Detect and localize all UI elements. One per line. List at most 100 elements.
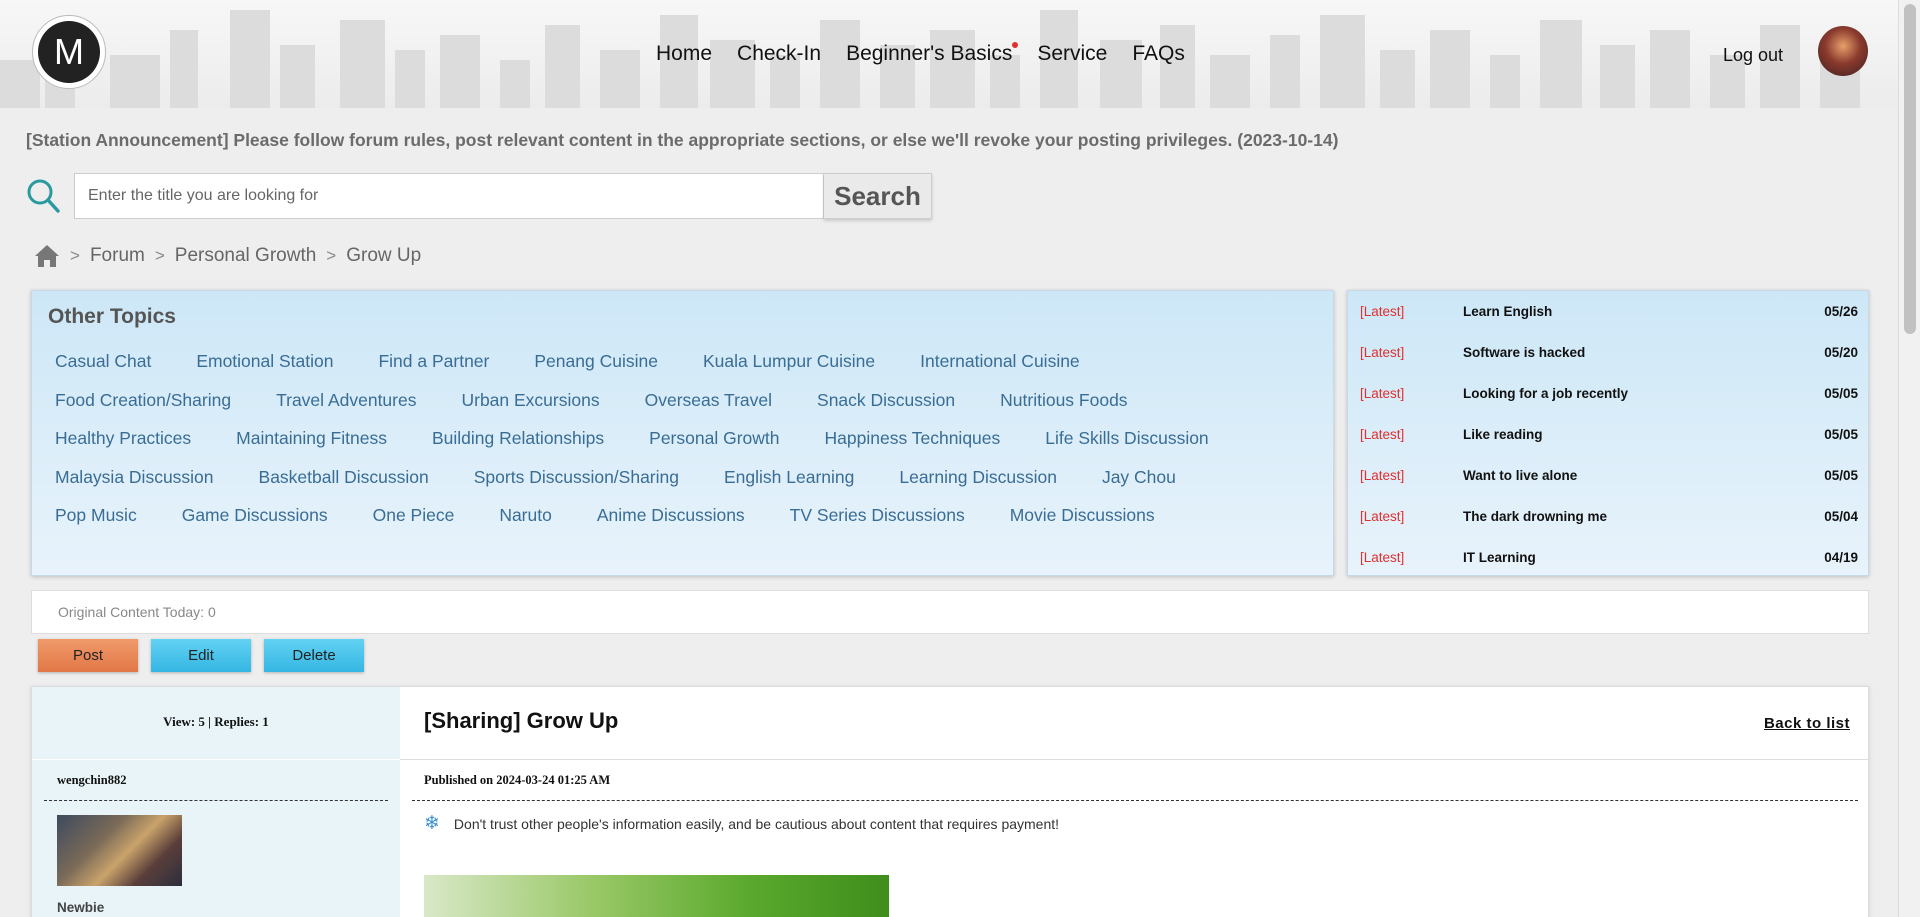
topic-link[interactable]: Sports Discussion/Sharing xyxy=(474,467,679,488)
author-username[interactable]: wengchin882 xyxy=(57,773,126,788)
edit-button[interactable]: Edit xyxy=(151,639,251,672)
nav-beginners-basics-label: Beginner's Basics xyxy=(846,42,1013,65)
topic-link[interactable]: Learning Discussion xyxy=(899,467,1057,488)
topic-link[interactable]: Anime Discussions xyxy=(597,505,745,526)
topic-row: Malaysia Discussion Basketball Discussio… xyxy=(55,467,1176,488)
latest-date: 05/05 xyxy=(1824,468,1858,483)
topic-link[interactable]: Casual Chat xyxy=(55,351,151,372)
latest-item[interactable]: [Latest] Looking for a job recently 05/0… xyxy=(1360,386,1858,406)
original-content-today: Original Content Today: 0 xyxy=(31,590,1869,634)
topic-link[interactable]: Kuala Lumpur Cuisine xyxy=(703,351,875,372)
latest-title[interactable]: Want to live alone xyxy=(1463,468,1577,483)
station-announcement: [Station Announcement] Please follow for… xyxy=(26,130,1339,150)
topic-link[interactable]: International Cuisine xyxy=(920,351,1080,372)
latest-date: 05/05 xyxy=(1824,427,1858,442)
topic-row: Casual Chat Emotional Station Find a Par… xyxy=(55,351,1080,372)
post-image xyxy=(424,875,889,917)
topic-link[interactable]: Personal Growth xyxy=(649,428,779,449)
topic-link[interactable]: Malaysia Discussion xyxy=(55,467,214,488)
breadcrumb-forum[interactable]: Forum xyxy=(90,245,145,267)
other-topics-panel: Other Topics Casual Chat Emotional Stati… xyxy=(31,290,1334,576)
topic-link[interactable]: Snack Discussion xyxy=(817,390,955,411)
divider xyxy=(32,759,400,760)
topic-link[interactable]: Food Creation/Sharing xyxy=(55,390,231,411)
topic-link[interactable]: Overseas Travel xyxy=(645,390,772,411)
back-to-list-link[interactable]: Back to list xyxy=(1764,715,1850,732)
nav-faqs[interactable]: FAQs xyxy=(1132,42,1185,66)
latest-date: 05/04 xyxy=(1824,509,1858,524)
latest-tag: [Latest] xyxy=(1360,509,1405,524)
latest-date: 05/05 xyxy=(1824,386,1858,401)
latest-title[interactable]: Software is hacked xyxy=(1463,345,1585,360)
breadcrumb-personal-growth[interactable]: Personal Growth xyxy=(175,245,317,267)
latest-tag: [Latest] xyxy=(1360,550,1405,565)
author-panel: View: 5 | Replies: 1 wengchin882 Newbie xyxy=(32,687,400,917)
search-button[interactable]: Search xyxy=(824,173,932,219)
scrollbar-thumb[interactable] xyxy=(1904,4,1916,334)
author-avatar[interactable] xyxy=(57,815,182,886)
latest-item[interactable]: [Latest] IT Learning 04/19 xyxy=(1360,550,1858,570)
delete-button[interactable]: Delete xyxy=(264,639,364,672)
latest-title[interactable]: IT Learning xyxy=(1463,550,1536,565)
other-topics-title: Other Topics xyxy=(48,305,176,328)
logo-letter: M xyxy=(38,21,100,83)
topic-link[interactable]: Travel Adventures xyxy=(276,390,416,411)
latest-tag: [Latest] xyxy=(1360,345,1405,360)
topic-link[interactable]: English Learning xyxy=(724,467,854,488)
latest-title[interactable]: Learn English xyxy=(1463,304,1552,319)
latest-title[interactable]: Like reading xyxy=(1463,427,1543,442)
latest-title[interactable]: Looking for a job recently xyxy=(1463,386,1628,401)
site-logo[interactable]: M xyxy=(32,15,106,89)
topic-link[interactable]: Movie Discussions xyxy=(1010,505,1155,526)
user-avatar[interactable] xyxy=(1818,26,1868,76)
topic-link[interactable]: Basketball Discussion xyxy=(259,467,429,488)
topic-link[interactable]: Happiness Techniques xyxy=(825,428,1001,449)
topic-link[interactable]: Building Relationships xyxy=(432,428,604,449)
topic-link[interactable]: One Piece xyxy=(373,505,455,526)
site-header: M Home Check-In Beginner's Basics Servic… xyxy=(0,0,1898,108)
safety-warning: ❄ Don't trust other people's information… xyxy=(424,814,1059,833)
latest-tag: [Latest] xyxy=(1360,304,1405,319)
logout-link[interactable]: Log out xyxy=(1723,45,1783,66)
topic-link[interactable]: Life Skills Discussion xyxy=(1045,428,1208,449)
search-input[interactable] xyxy=(74,173,824,219)
topic-link[interactable]: Naruto xyxy=(499,505,552,526)
latest-date: 04/19 xyxy=(1824,550,1858,565)
topic-link[interactable]: Find a Partner xyxy=(378,351,489,372)
notification-dot xyxy=(1012,42,1019,48)
main-nav: Home Check-In Beginner's Basics Service … xyxy=(656,42,1185,66)
latest-item[interactable]: [Latest] Want to live alone 05/05 xyxy=(1360,468,1858,488)
topic-link[interactable]: Maintaining Fitness xyxy=(236,428,387,449)
topic-link[interactable]: Penang Cuisine xyxy=(534,351,658,372)
topic-link[interactable]: Nutritious Foods xyxy=(1000,390,1127,411)
search-icon xyxy=(27,179,60,213)
scrollbar[interactable] xyxy=(1898,0,1920,917)
thread-stats: View: 5 | Replies: 1 xyxy=(163,714,269,729)
latest-item[interactable]: [Latest] Learn English 05/26 xyxy=(1360,304,1858,324)
nav-beginners-basics[interactable]: Beginner's Basics xyxy=(846,42,1019,66)
topic-link[interactable]: Healthy Practices xyxy=(55,428,191,449)
divider xyxy=(400,759,1870,760)
nav-home[interactable]: Home xyxy=(656,42,712,66)
latest-title[interactable]: The dark drowning me xyxy=(1463,509,1607,524)
nav-service[interactable]: Service xyxy=(1037,42,1107,66)
thread-title: [Sharing] Grow Up xyxy=(424,708,619,733)
search-bar: Search xyxy=(26,173,932,219)
topic-link[interactable]: Game Discussions xyxy=(182,505,328,526)
topic-row: Pop Music Game Discussions One Piece Nar… xyxy=(55,505,1155,526)
thread-post: View: 5 | Replies: 1 wengchin882 Newbie … xyxy=(31,686,1870,917)
topic-link[interactable]: Emotional Station xyxy=(196,351,333,372)
topic-link[interactable]: TV Series Discussions xyxy=(790,505,965,526)
nav-check-in[interactable]: Check-In xyxy=(737,42,821,66)
post-button[interactable]: Post xyxy=(38,639,138,672)
latest-item[interactable]: [Latest] Software is hacked 05/20 xyxy=(1360,345,1858,365)
latest-item[interactable]: [Latest] Like reading 05/05 xyxy=(1360,427,1858,447)
topic-link[interactable]: Urban Excursions xyxy=(461,390,599,411)
topic-link[interactable]: Pop Music xyxy=(55,505,137,526)
topic-row: Food Creation/Sharing Travel Adventures … xyxy=(55,390,1128,411)
topic-link[interactable]: Jay Chou xyxy=(1102,467,1176,488)
snowflake-icon: ❄ xyxy=(424,813,440,834)
home-icon[interactable] xyxy=(34,244,60,268)
latest-item[interactable]: [Latest] The dark drowning me 05/04 xyxy=(1360,509,1858,529)
latest-tag: [Latest] xyxy=(1360,386,1405,401)
